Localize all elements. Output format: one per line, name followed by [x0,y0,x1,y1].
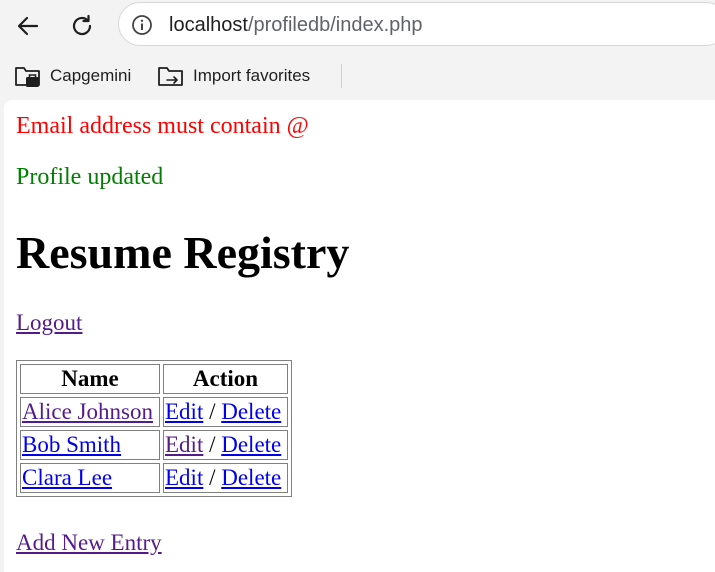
bookmark-import-favorites[interactable]: Import favorites [157,62,310,90]
back-button[interactable] [10,8,46,44]
delete-link[interactable]: Delete [221,399,281,424]
action-separator: / [209,399,216,424]
back-arrow-icon [17,16,39,36]
name-cell: Clara Lee [20,463,160,493]
bookmark-capgemini[interactable]: Capgemini [14,62,131,90]
reload-icon [72,14,92,36]
error-message: Email address must contain @ [16,113,309,139]
page-content: Email address must contain @ Profile upd… [16,100,715,572]
action-cell: Edit / Delete [163,463,288,493]
import-folder-icon [158,67,183,86]
profile-link-bob-smith[interactable]: Bob Smith [22,432,121,457]
address-bar[interactable]: localhost/profiledb/index.php [118,2,715,46]
profile-link-clara-lee[interactable]: Clara Lee [22,465,112,490]
action-cell: Edit / Delete [163,397,288,427]
add-new-entry-link[interactable]: Add New Entry [16,530,162,556]
table-row: Clara Lee Edit / Delete [20,463,288,493]
bookmarks-divider [341,64,342,88]
name-cell: Alice Johnson [20,397,160,427]
delete-link[interactable]: Delete [221,432,281,457]
edit-link[interactable]: Edit [165,465,203,490]
name-cell: Bob Smith [20,430,160,460]
profile-link-alice-johnson[interactable]: Alice Johnson [22,399,153,424]
page-viewport: Email address must contain @ Profile upd… [4,100,715,572]
registry-table: Name Action Alice Johnson Edit / Delete … [16,360,292,497]
browser-chrome: localhost/profiledb/index.php Capgemini … [0,0,715,100]
header-action: Action [163,364,288,394]
site-info-icon[interactable] [131,14,153,36]
bookmark-label: Import favorites [193,66,311,85]
table-row: Bob Smith Edit / Delete [20,430,288,460]
reload-button[interactable] [64,8,100,44]
action-cell: Edit / Delete [163,430,288,460]
action-separator: / [209,465,216,490]
table-header-row: Name Action [20,364,288,394]
url-host: localhost [169,14,248,36]
folder-icon [15,67,40,87]
action-separator: / [209,432,216,457]
url-path: /profiledb/index.php [247,14,423,36]
edit-link[interactable]: Edit [165,432,203,457]
table-row: Alice Johnson Edit / Delete [20,397,288,427]
page-title: Resume Registry [16,227,350,278]
header-name: Name [20,364,160,394]
url-text[interactable]: localhost/profiledb/index.php [169,14,423,37]
edit-link[interactable]: Edit [165,399,203,424]
success-message: Profile updated [16,164,164,190]
delete-link[interactable]: Delete [221,465,281,490]
bookmark-label: Capgemini [50,66,132,85]
logout-link[interactable]: Logout [16,310,82,336]
